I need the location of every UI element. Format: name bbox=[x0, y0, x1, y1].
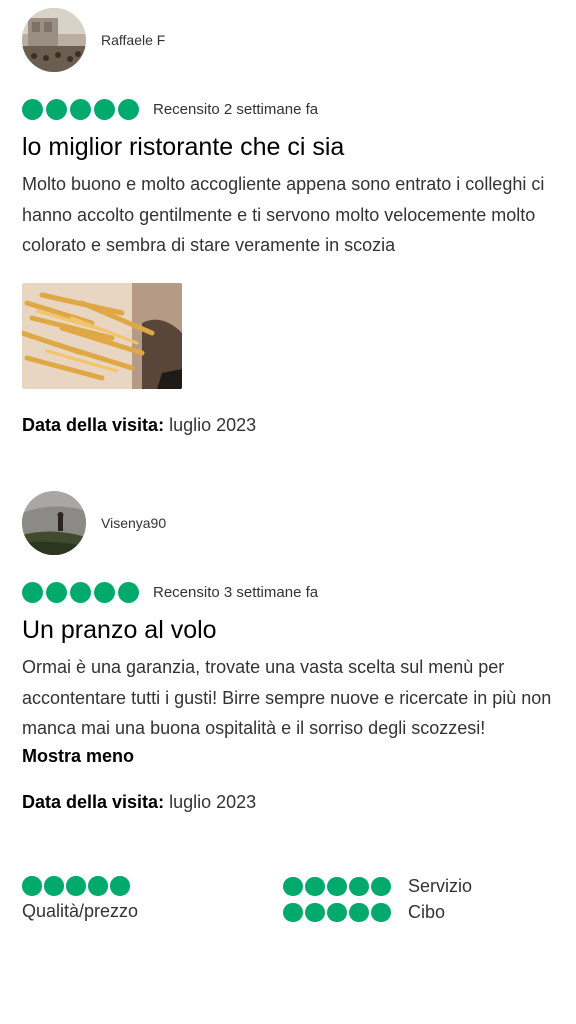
rating-bubble-icon bbox=[70, 581, 91, 603]
rating-line: Recensito 2 settimane fa bbox=[22, 98, 562, 120]
sub-rating-value: Qualità/prezzo bbox=[22, 876, 138, 922]
review-card: Visenya90 Recensito 3 settimane fa Un pr… bbox=[22, 491, 562, 813]
visit-label: Data della visita: bbox=[22, 791, 165, 812]
avatar[interactable] bbox=[22, 8, 86, 72]
rating-bubble-icon bbox=[66, 876, 86, 896]
rating-bubble-icon bbox=[283, 876, 303, 897]
rating-bubble-icon bbox=[118, 581, 139, 603]
rating-bubble-icon bbox=[46, 581, 67, 603]
rating-bubble-icon bbox=[349, 902, 369, 923]
review-author[interactable]: Raffaele F bbox=[22, 8, 562, 72]
rating-line: Recensito 3 settimane fa bbox=[22, 581, 562, 603]
review-card: Raffaele F Recensito 2 settimane fa lo m… bbox=[22, 8, 562, 436]
review-date: Recensito 2 settimane fa bbox=[153, 100, 319, 118]
rating-bubble-icon bbox=[327, 876, 347, 897]
rating-bubble-icon bbox=[283, 902, 303, 923]
rating-bubble-icon bbox=[305, 876, 325, 897]
rating-bubble-icon bbox=[371, 876, 391, 897]
rating-bubble-icon bbox=[46, 98, 67, 120]
rating-bubble-icon bbox=[22, 876, 42, 896]
rating-bubble-icon bbox=[22, 98, 43, 120]
review-title[interactable]: Un pranzo al volo bbox=[22, 613, 562, 647]
visit-date: Data della visita: luglio 2023 bbox=[22, 792, 562, 813]
review-date: Recensito 3 settimane fa bbox=[153, 583, 319, 601]
sub-rating-label: Cibo bbox=[408, 902, 446, 922]
rating-bubble-icon bbox=[70, 98, 91, 120]
avatar-image bbox=[22, 8, 86, 72]
rating-bubble-icon bbox=[118, 98, 139, 120]
rating-bubble-icon bbox=[22, 581, 43, 603]
show-less-button[interactable]: Mostra meno bbox=[22, 746, 562, 767]
avatar-image bbox=[22, 491, 86, 555]
review-body: Molto buono e molto accogliente appena s… bbox=[22, 174, 545, 255]
rating-bubbles bbox=[22, 98, 142, 120]
rating-bubble-icon bbox=[88, 876, 108, 896]
review-body: Ormai è una garanzia, trovate una vasta … bbox=[22, 657, 552, 738]
avatar[interactable] bbox=[22, 491, 86, 555]
fries-photo-image bbox=[22, 282, 182, 389]
review-photo[interactable] bbox=[22, 282, 182, 389]
sub-rating-service: Servizio bbox=[283, 876, 472, 897]
sub-ratings: Qualità/prezzo Servizio Cibo bbox=[22, 876, 562, 936]
visit-value: luglio 2023 bbox=[169, 791, 257, 812]
rating-bubble-icon bbox=[44, 876, 64, 896]
rating-bubble-icon bbox=[371, 902, 391, 923]
visit-date: Data della visita: luglio 2023 bbox=[22, 415, 562, 436]
rating-bubbles bbox=[22, 581, 142, 603]
review-title[interactable]: lo miglior ristorante che ci sia bbox=[22, 130, 562, 164]
author-name[interactable]: Raffaele F bbox=[101, 32, 165, 48]
visit-value: luglio 2023 bbox=[169, 414, 257, 435]
sub-rating-label: Servizio bbox=[408, 876, 473, 896]
rating-bubble-icon bbox=[349, 876, 369, 897]
rating-bubbles bbox=[283, 902, 393, 923]
rating-bubble-icon bbox=[327, 902, 347, 923]
rating-bubble-icon bbox=[110, 876, 130, 896]
visit-label: Data della visita: bbox=[22, 414, 165, 435]
rating-bubbles bbox=[283, 876, 393, 897]
author-name[interactable]: Visenya90 bbox=[101, 515, 166, 531]
sub-rating-food: Cibo bbox=[283, 902, 445, 923]
sub-rating-label: Qualità/prezzo bbox=[22, 900, 139, 921]
review-author[interactable]: Visenya90 bbox=[22, 491, 562, 555]
rating-bubble-icon bbox=[94, 581, 115, 603]
rating-bubble-icon bbox=[94, 98, 115, 120]
rating-bubbles bbox=[22, 876, 132, 896]
rating-bubble-icon bbox=[305, 902, 325, 923]
